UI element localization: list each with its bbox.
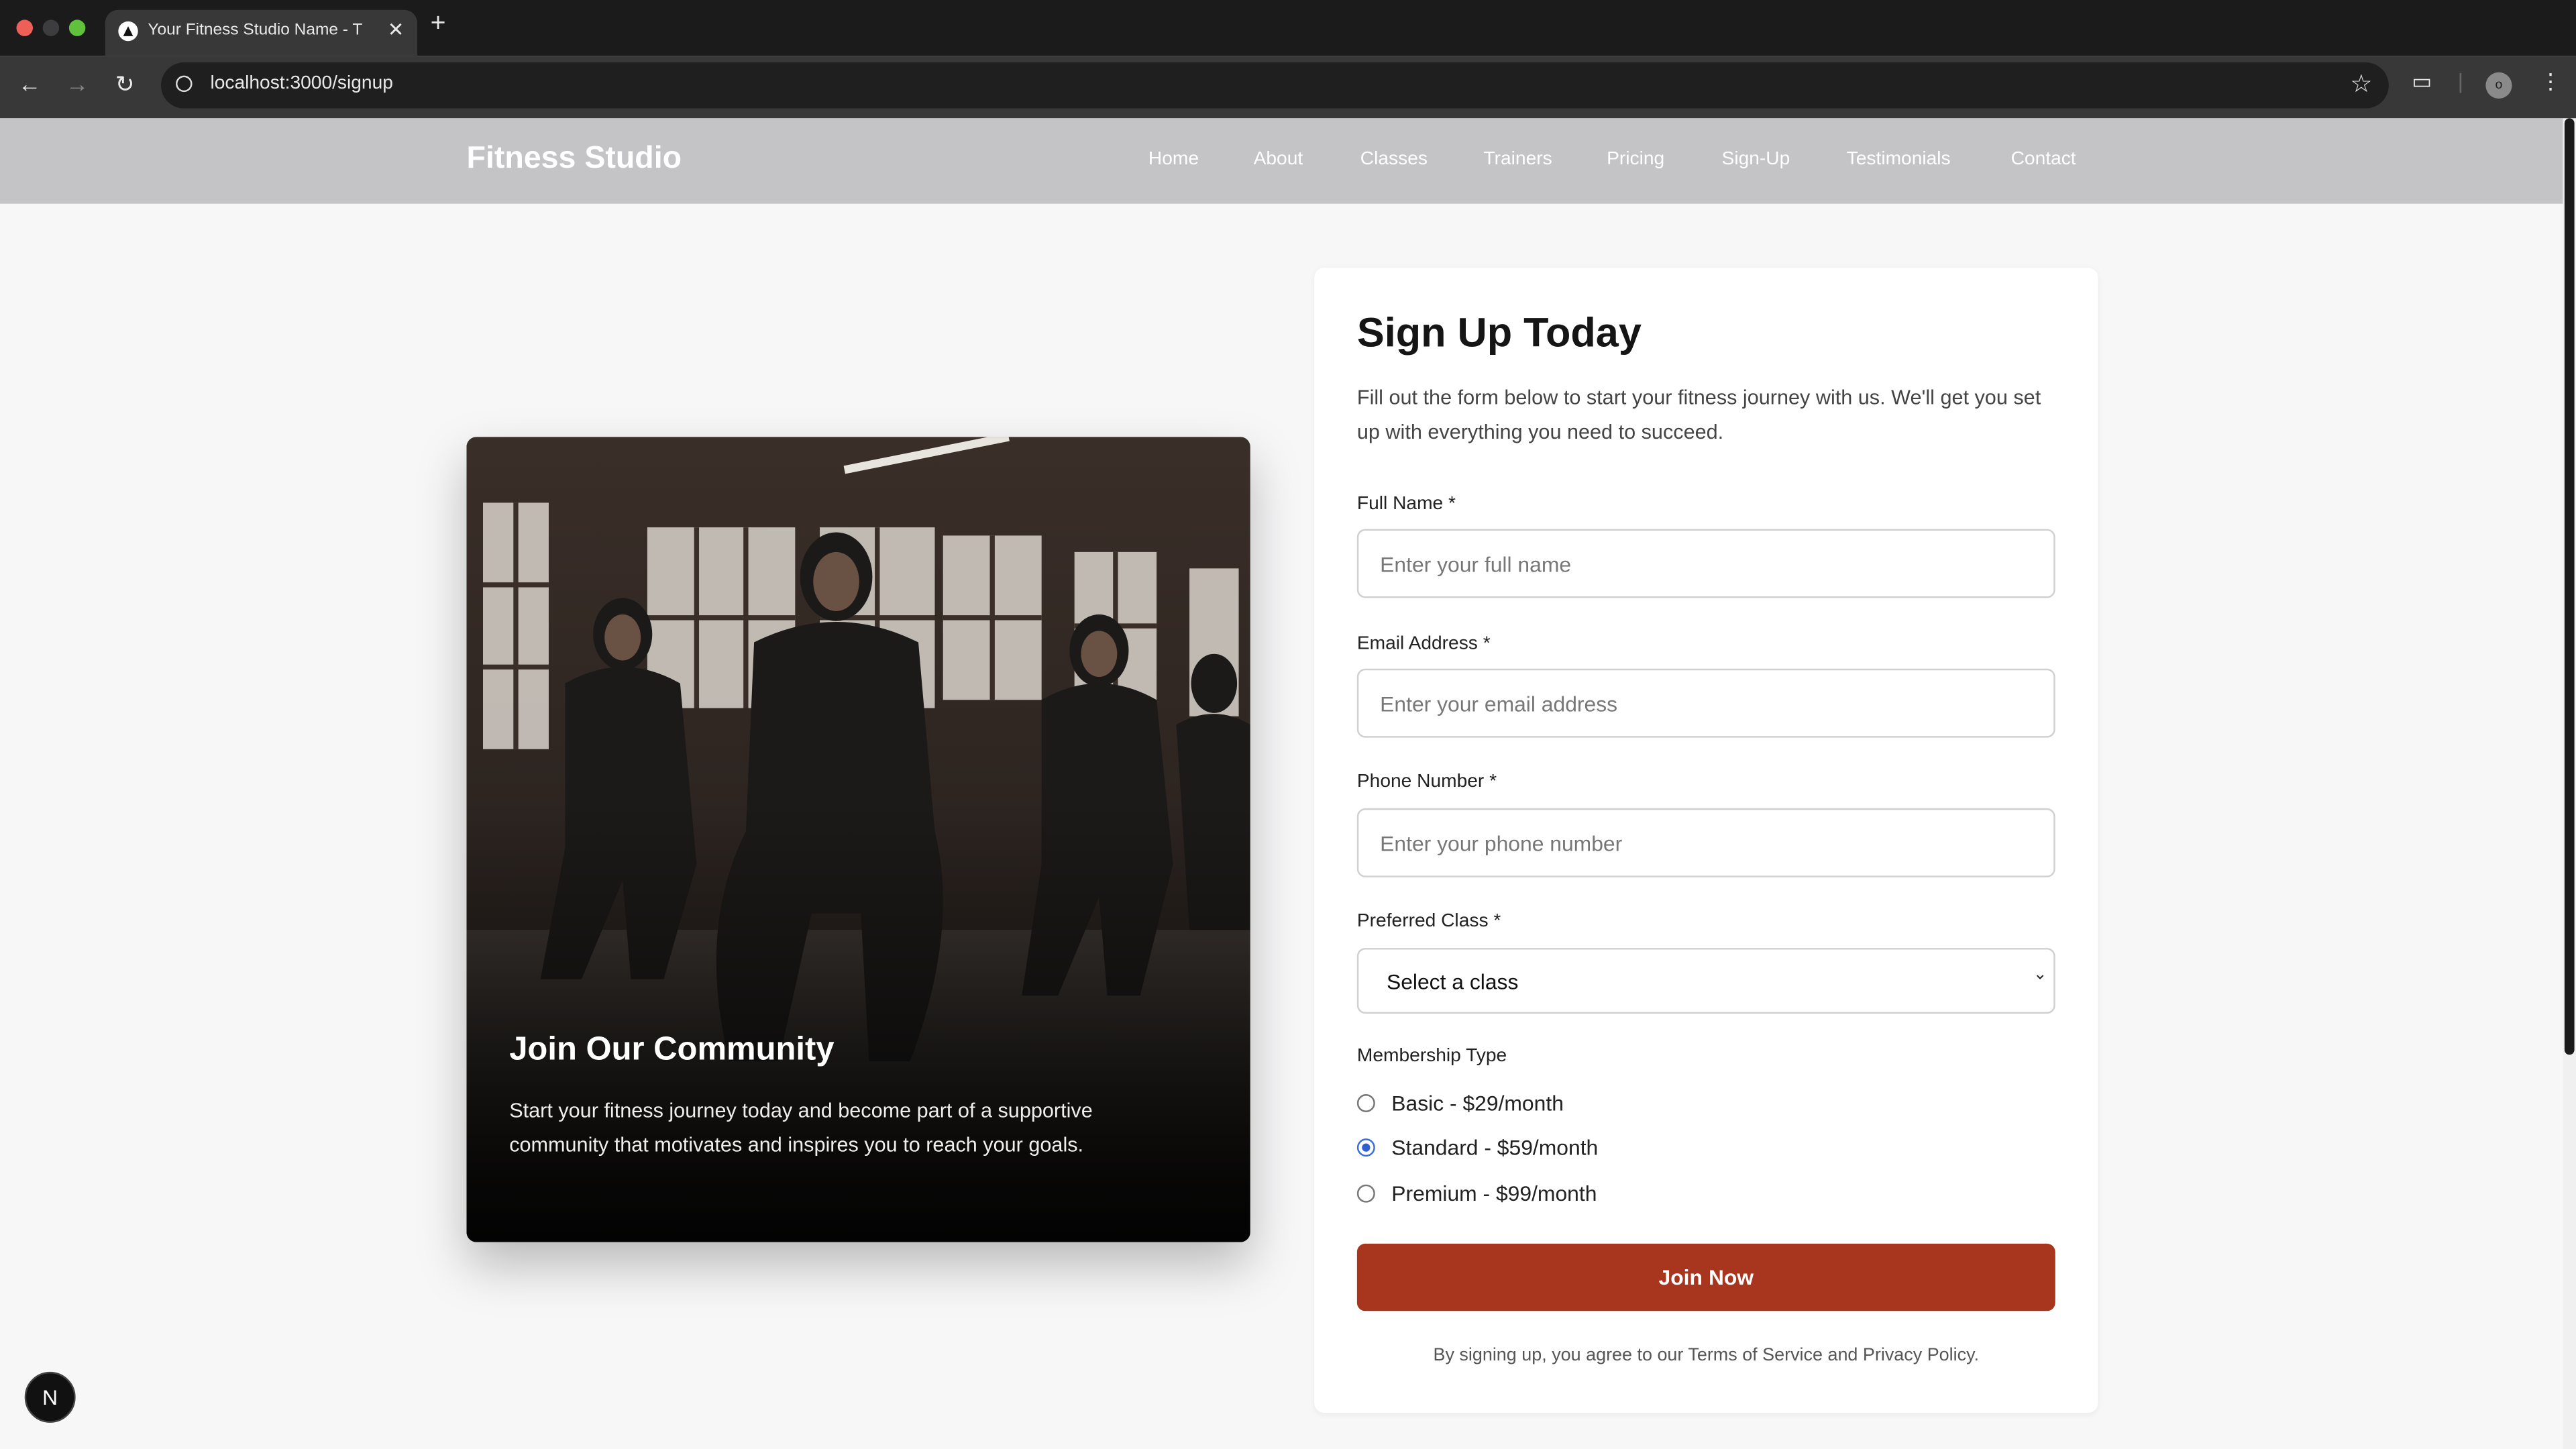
page-scrollbar[interactable] — [2563, 118, 2576, 1449]
minimize-window-button[interactable] — [42, 19, 60, 36]
phone-label: Phone Number * — [1356, 772, 1497, 792]
tab-close-icon[interactable]: ✕ — [388, 18, 405, 41]
site-navbar: Fitness Studio Home About Classes Traine… — [0, 118, 2563, 204]
join-now-button[interactable]: Join Now — [1356, 1243, 2055, 1311]
tab-search-icon[interactable]: ▭ — [2412, 69, 2432, 95]
forward-arrow-icon[interactable]: → — [61, 70, 94, 97]
radio-label-basic[interactable]: Basic - $29/month — [1391, 1091, 1564, 1116]
nav-link-about[interactable]: About — [1254, 150, 1303, 169]
radio-label-premium[interactable]: Premium - $99/month — [1391, 1181, 1597, 1206]
site-brand[interactable]: Fitness Studio — [467, 142, 682, 178]
preferred-class-label: Preferred Class * — [1356, 912, 1501, 932]
nav-link-trainers[interactable]: Trainers — [1483, 150, 1552, 169]
more-menu-icon[interactable]: ⋮ — [2540, 69, 2561, 95]
tab-title: Your Fitness Studio Name - T — [148, 21, 363, 40]
community-text: Start your fitness journey today and bec… — [509, 1099, 1093, 1157]
radio-premium[interactable] — [1356, 1184, 1375, 1203]
radio-standard[interactable] — [1356, 1138, 1375, 1157]
scrollbar-thumb[interactable] — [2564, 118, 2575, 1055]
nav-link-testimonials[interactable]: Testimonials — [1847, 150, 1951, 169]
full-name-label: Full Name * — [1356, 494, 1456, 515]
tab-favicon-icon — [118, 21, 138, 42]
form-title: Sign Up Today — [1356, 310, 1642, 357]
preferred-class-value: Select a class — [1386, 969, 1519, 994]
star-icon[interactable]: ☆ — [2350, 69, 2372, 99]
phone-input[interactable] — [1356, 808, 2055, 877]
form-description: Fill out the form below to start your fi… — [1356, 386, 2041, 444]
browser-window: Your Fitness Studio Name - T ✕ + ← → ↻ l… — [0, 0, 2576, 1449]
community-photo-card: Join Our Community Start your fitness jo… — [466, 437, 1250, 1242]
chevron-down-icon: ⌄ — [2033, 966, 2047, 984]
full-name-input[interactable] — [1356, 529, 2055, 598]
community-title: Join Our Community — [509, 1031, 835, 1068]
radio-label-standard[interactable]: Standard - $59/month — [1391, 1135, 1598, 1160]
info-icon[interactable] — [176, 75, 193, 93]
nav-link-home[interactable]: Home — [1148, 150, 1199, 169]
reload-icon[interactable]: ↻ — [109, 70, 142, 99]
email-input[interactable] — [1356, 668, 2055, 738]
radio-basic[interactable] — [1356, 1094, 1375, 1112]
maximize-window-button[interactable] — [68, 19, 86, 36]
nextjs-badge-icon[interactable]: N — [24, 1371, 76, 1423]
nav-link-classes[interactable]: Classes — [1360, 150, 1428, 169]
browser-tab[interactable]: Your Fitness Studio Name - T ✕ — [105, 9, 418, 56]
back-arrow-icon[interactable]: ← — [13, 70, 46, 97]
close-window-button[interactable] — [16, 19, 33, 36]
preferred-class-select[interactable]: Select a class ⌄ — [1356, 948, 2055, 1014]
terms-notice: By signing up, you agree to our Terms of… — [1433, 1345, 1980, 1366]
browser-toolbar: ← → ↻ localhost:3000/signup ☆ ▭ | o ⋮ — [0, 56, 2576, 119]
new-tab-button[interactable]: + — [431, 10, 446, 40]
tab-bar: Your Fitness Studio Name - T ✕ + — [0, 0, 2576, 56]
email-label: Email Address * — [1356, 634, 1491, 654]
profile-avatar[interactable]: o — [2485, 72, 2512, 99]
nav-link-signup[interactable]: Sign-Up — [1722, 150, 1790, 169]
page-content: Fitness Studio Home About Classes Traine… — [0, 118, 2563, 1449]
signup-form-card: Sign Up Today Fill out the form below to… — [1314, 268, 2098, 1413]
nav-link-pricing[interactable]: Pricing — [1607, 150, 1664, 169]
nav-link-contact[interactable]: Contact — [2011, 150, 2076, 169]
address-bar[interactable]: localhost:3000/signup ☆ — [161, 62, 2389, 109]
url-text[interactable]: localhost:3000/signup — [210, 74, 392, 93]
membership-type-label: Membership Type — [1356, 1046, 1507, 1067]
toolbar-divider: | — [2457, 68, 2464, 94]
